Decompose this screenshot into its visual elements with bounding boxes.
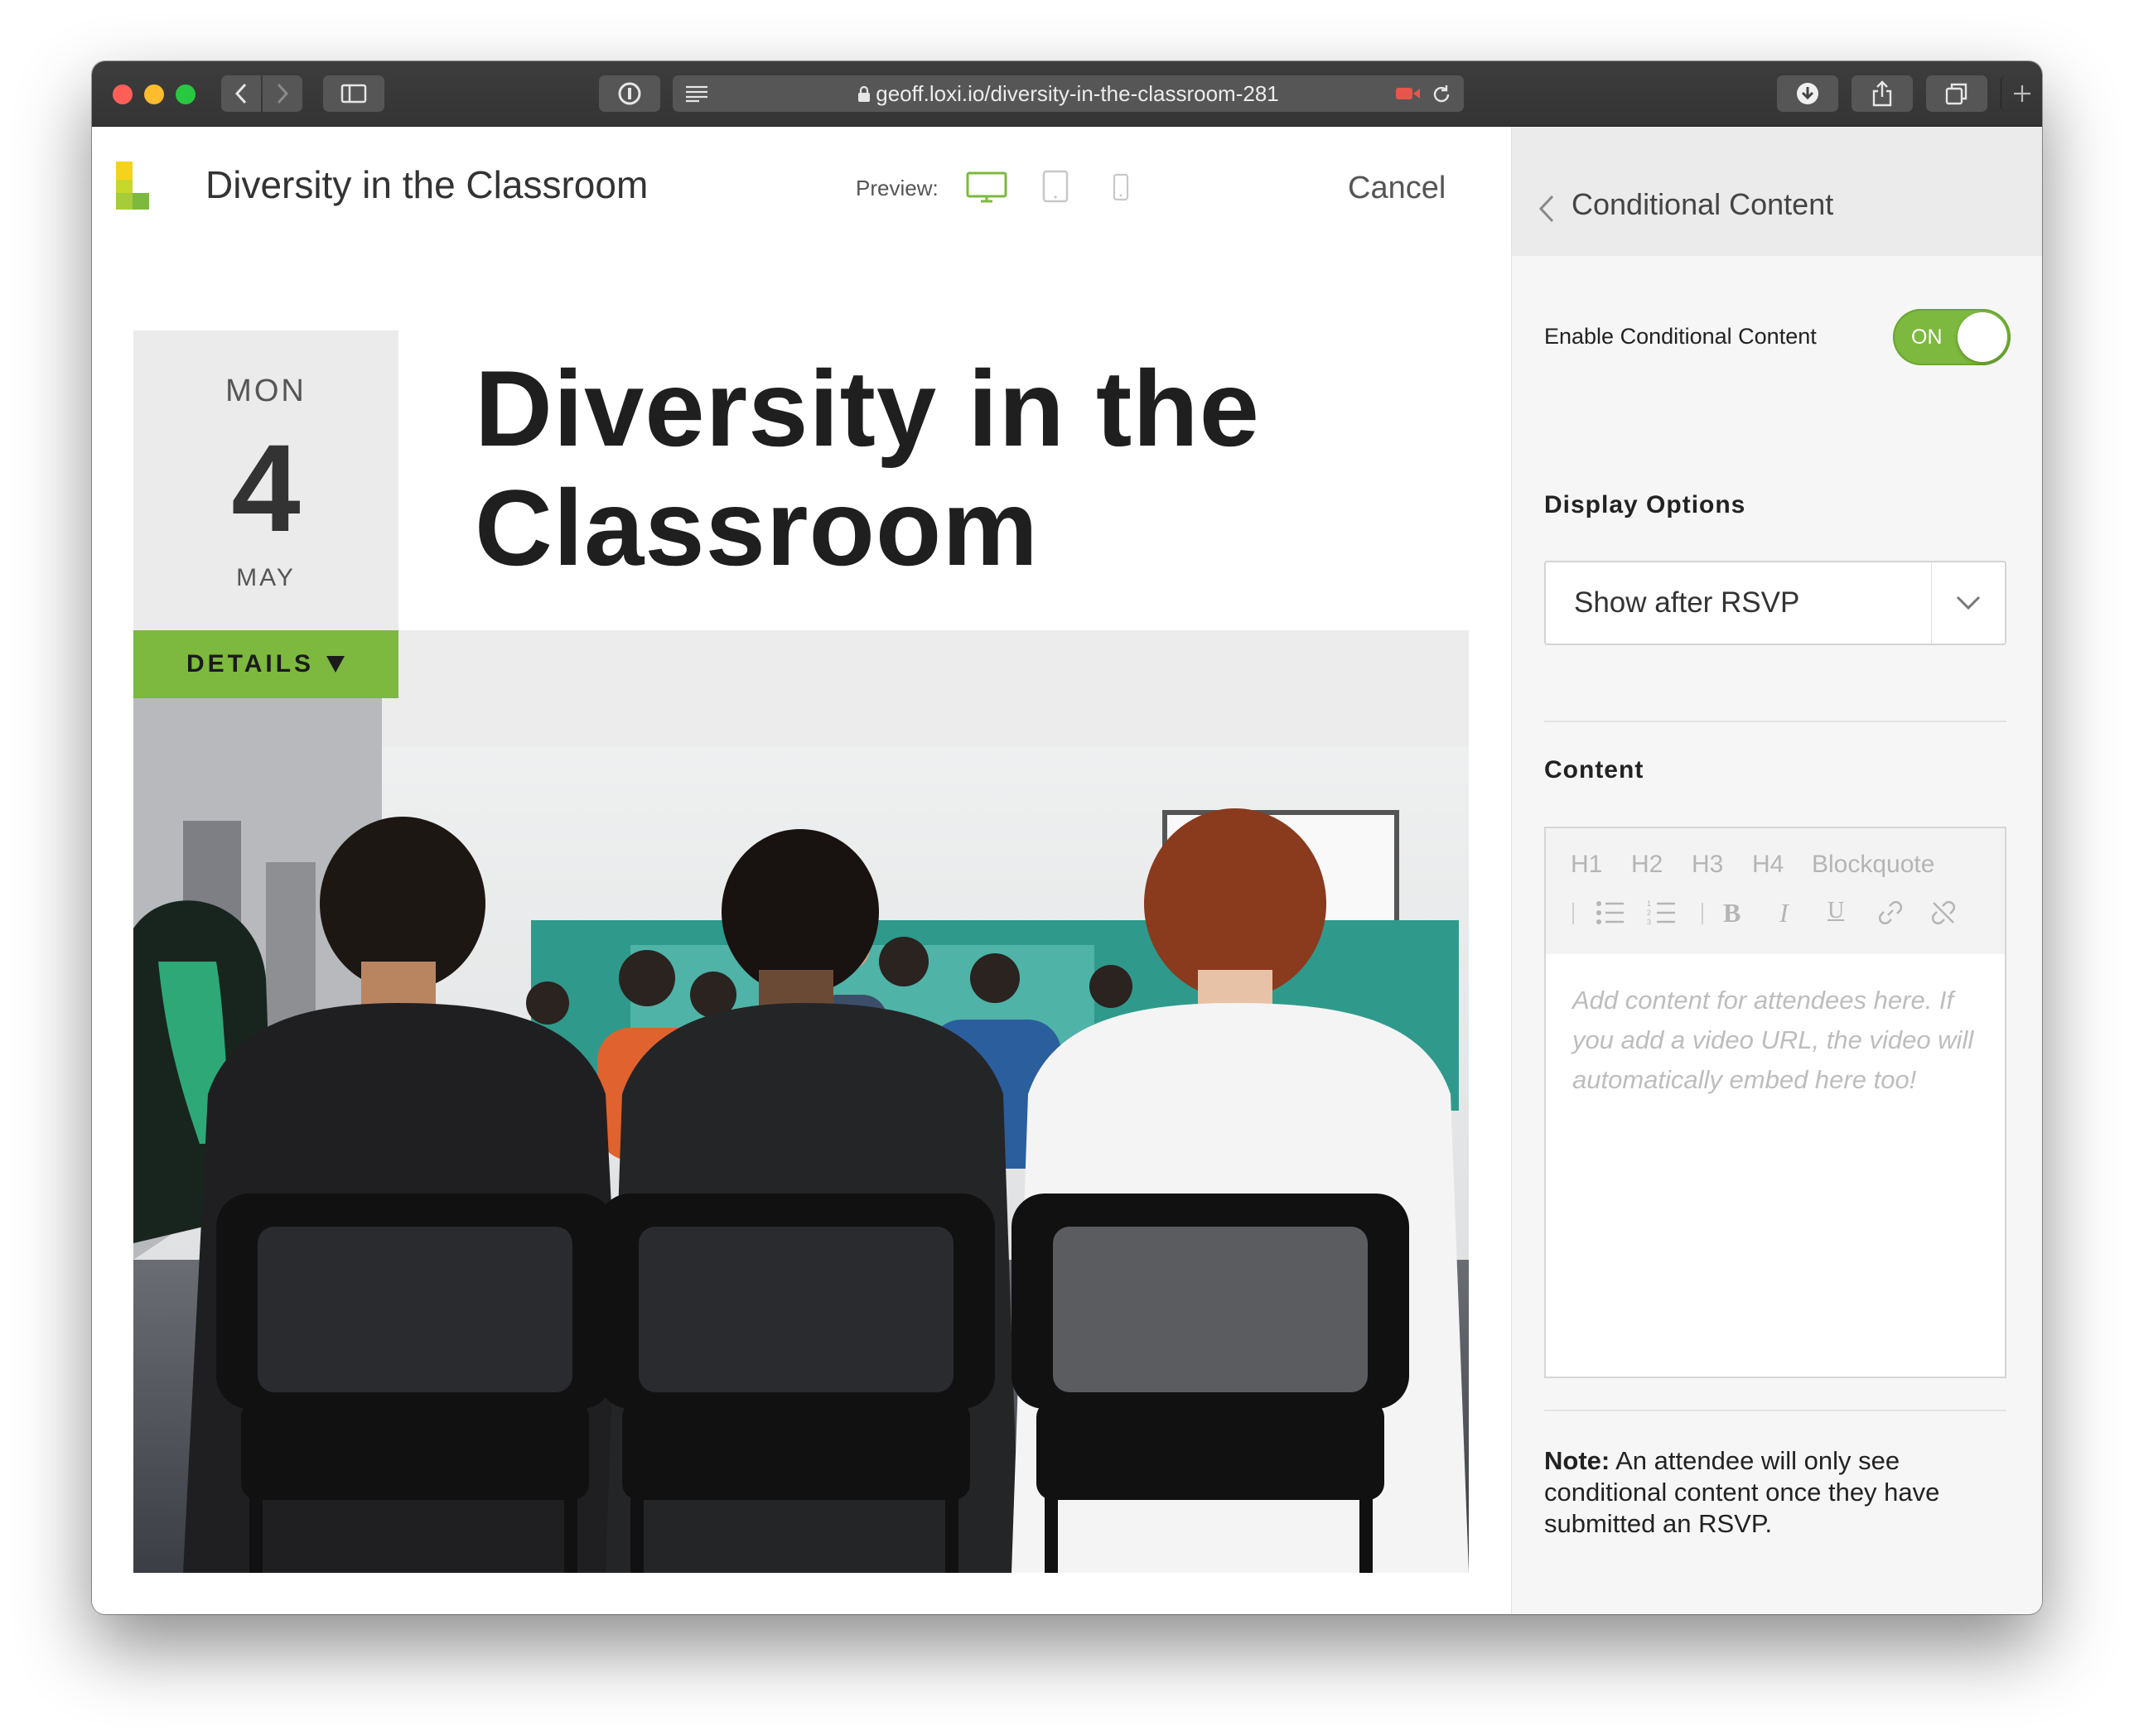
display-options-value: Show after RSVP: [1574, 586, 1800, 619]
display-options-label: Display Options: [1544, 491, 1746, 518]
h1-button[interactable]: H1: [1571, 850, 1602, 880]
details-button[interactable]: DETAILS: [133, 630, 398, 698]
share-icon: [1872, 80, 1892, 107]
toolbar-separator: [1702, 903, 1703, 924]
plus-icon: [2014, 85, 2030, 102]
conditional-content-panel: Conditional Content Enable Conditional C…: [1511, 127, 2042, 1614]
svg-text:1: 1: [1647, 899, 1651, 908]
tab-overview-button[interactable]: [1926, 75, 1987, 112]
toggle-state-label: ON: [1911, 326, 1943, 349]
password-manager-button[interactable]: [599, 75, 660, 112]
zoom-window-button[interactable]: [176, 84, 196, 104]
download-icon: [1797, 83, 1818, 104]
chevron-left-icon: [234, 83, 247, 104]
chevron-right-icon: [277, 83, 289, 104]
event-month: MAY: [236, 564, 296, 591]
conditional-content-note: Note: An attendee will only see conditio…: [1544, 1445, 2008, 1540]
sidebar-icon: [340, 84, 367, 104]
event-title: Diversity in the Classroom: [475, 348, 1260, 588]
lock-icon: [858, 85, 871, 102]
close-window-button[interactable]: [113, 84, 133, 104]
browser-window: geoff.loxi.io/diversity-in-the-classroom…: [92, 61, 2042, 1614]
svg-text:2: 2: [1647, 909, 1651, 917]
content-label: Content: [1544, 756, 1644, 784]
back-button[interactable]: [221, 75, 261, 112]
event-weekday: MON: [225, 374, 307, 408]
desktop-preview-icon[interactable]: [966, 171, 1007, 205]
new-tab-button[interactable]: [2001, 75, 2042, 112]
event-page: Diversity in the Classroom Preview: Canc…: [92, 127, 1510, 1614]
h4-button[interactable]: H4: [1752, 850, 1784, 880]
address-bar[interactable]: geoff.loxi.io/diversity-in-the-classroom…: [673, 75, 1464, 112]
panel-header: Conditional Content: [1512, 127, 2042, 256]
forward-button[interactable]: [263, 75, 302, 112]
browser-toolbar: geoff.loxi.io/diversity-in-the-classroom…: [92, 61, 2042, 127]
event-day: 4: [231, 418, 301, 557]
select-arrow: [1931, 562, 2005, 644]
underline-icon[interactable]: U: [1827, 896, 1844, 926]
divider: [1544, 721, 2006, 722]
caret-down-icon: [326, 656, 345, 673]
numbered-list-icon[interactable]: 123: [1647, 899, 1677, 926]
toolbar-separator: [1572, 903, 1574, 924]
note-label: Note:: [1544, 1446, 1610, 1475]
downloads-button[interactable]: [1777, 75, 1838, 112]
loxi-logo: [116, 162, 149, 210]
reload-icon[interactable]: [1431, 84, 1452, 105]
display-options-select[interactable]: Show after RSVP: [1544, 561, 2006, 645]
svg-text:3: 3: [1647, 918, 1651, 926]
back-chevron-icon[interactable]: [1538, 195, 1555, 223]
event-hero-image: [133, 630, 1469, 1573]
mobile-preview-icon[interactable]: [1113, 173, 1129, 201]
sidebar-toggle-button[interactable]: [323, 75, 384, 112]
share-button[interactable]: [1852, 75, 1913, 112]
preview-label: Preview:: [856, 176, 939, 200]
bold-icon[interactable]: B: [1723, 898, 1741, 928]
chevron-down-icon: [1956, 596, 1981, 610]
camera-recording-icon: [1396, 88, 1420, 99]
link-icon[interactable]: [1877, 899, 1904, 926]
blockquote-button[interactable]: Blockquote: [1812, 850, 1934, 880]
editor-placeholder: Add content for attendees here. If you a…: [1572, 986, 1974, 1094]
tabs-icon: [1945, 83, 1967, 105]
cancel-button[interactable]: Cancel: [1348, 168, 1446, 208]
h2-button[interactable]: H2: [1631, 850, 1663, 880]
editor-toolbar: H1 H2 H3 H4 Blockquote 123 B I U: [1546, 828, 2005, 954]
password-manager-icon: [618, 82, 641, 105]
url-text: geoff.loxi.io/diversity-in-the-classroom…: [876, 81, 1279, 106]
panel-title: Conditional Content: [1572, 187, 1834, 221]
tablet-preview-icon[interactable]: [1042, 170, 1069, 203]
divider: [1544, 1410, 2006, 1411]
italic-icon[interactable]: I: [1779, 898, 1789, 928]
h3-button[interactable]: H3: [1692, 850, 1723, 880]
bullet-list-icon[interactable]: [1596, 899, 1625, 926]
content-editor[interactable]: H1 H2 H3 H4 Blockquote 123 B I U Add con…: [1544, 827, 2006, 1378]
event-date-badge: MON 4 MAY: [133, 330, 398, 630]
details-label: DETAILS: [186, 650, 315, 678]
enable-conditional-content-label: Enable Conditional Content: [1544, 324, 1817, 349]
enable-conditional-content-toggle[interactable]: ON: [1893, 309, 2011, 365]
unlink-icon[interactable]: [1930, 899, 1957, 926]
toggle-knob: [1958, 312, 2007, 362]
minimize-window-button[interactable]: [144, 84, 164, 104]
page-title: Diversity in the Classroom: [205, 163, 649, 206]
